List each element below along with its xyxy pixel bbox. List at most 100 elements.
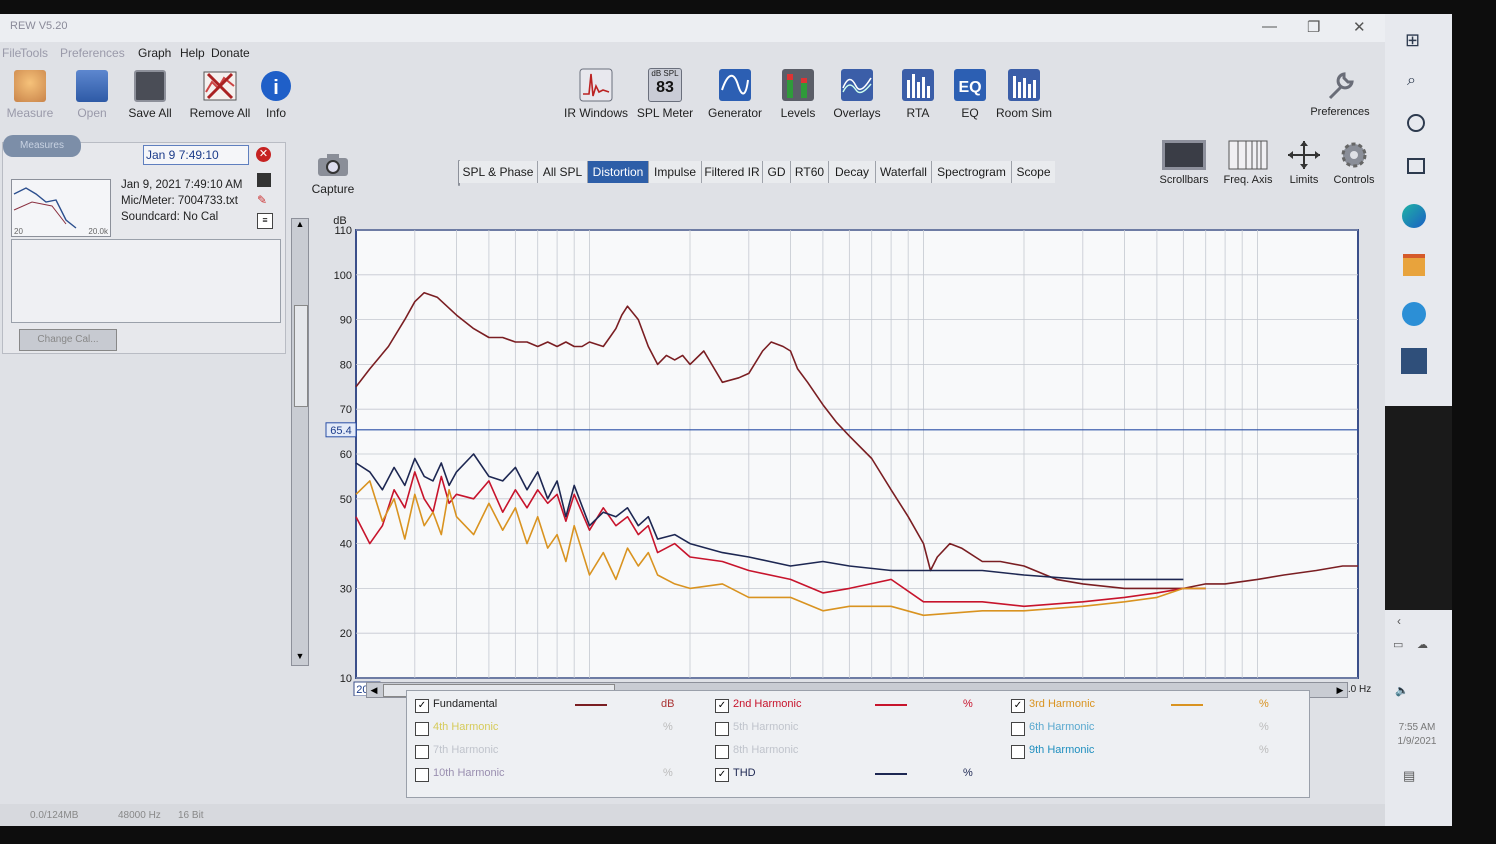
scrollbar-thumb[interactable] xyxy=(294,305,308,407)
windows-start-icon[interactable]: ⊞ xyxy=(1405,30,1420,51)
spl-meter-button[interactable]: dB SPL 83 SPL Meter xyxy=(636,68,694,120)
cursor-level-label: 65.4 xyxy=(330,425,351,437)
cloud-icon[interactable]: ☁ xyxy=(1417,638,1428,651)
measurement-thumbnail[interactable]: 20 20.0k xyxy=(11,179,111,237)
svg-text:i: i xyxy=(273,77,279,99)
gear-icon xyxy=(1341,142,1367,168)
legend-checkbox-2nd-harmonic[interactable]: ✓ xyxy=(715,699,729,713)
rta-button[interactable]: RTA xyxy=(896,68,940,120)
notes-area[interactable] xyxy=(11,239,281,323)
legend-checkbox-8th-harmonic[interactable] xyxy=(715,745,729,759)
menu-help[interactable]: Help xyxy=(180,46,205,60)
restore-button[interactable]: ❐ xyxy=(1307,18,1320,36)
limits-label: Limits xyxy=(1289,174,1319,186)
controls-button[interactable]: Controls xyxy=(1330,140,1378,186)
notes-icon[interactable]: ≡ xyxy=(257,213,273,229)
legend-swatch-2nd-harmonic xyxy=(875,704,907,706)
close-button[interactable]: ✕ xyxy=(1353,18,1366,36)
thumbnail-xmin: 20 xyxy=(14,227,23,236)
tab-gd[interactable]: GD xyxy=(763,161,791,183)
tab-filtered-ir[interactable]: Filtered IR xyxy=(702,161,763,183)
measures-tab[interactable]: Measures xyxy=(3,135,81,157)
ie-icon[interactable] xyxy=(1402,302,1426,326)
battery-icon[interactable]: ▭ xyxy=(1393,638,1403,651)
chevron-left-icon[interactable]: ‹ xyxy=(1397,614,1401,628)
menu-file[interactable]: File xyxy=(2,46,21,60)
info-button[interactable]: i Info xyxy=(254,70,298,120)
legend-checkbox-6th-harmonic[interactable] xyxy=(1011,722,1025,736)
legend-swatch-3rd-harmonic xyxy=(1171,704,1203,706)
ir-windows-button[interactable]: IR Windows xyxy=(562,68,630,120)
menu-donate[interactable]: Donate xyxy=(211,46,250,60)
volume-icon[interactable]: 🔈 xyxy=(1395,684,1409,697)
graph-tabs: SPL & Phase All SPL Distortion Impulse F… xyxy=(458,160,1055,186)
measurement-panel: Measures ✕ 20 20.0k Jan 9, 2021 7:49:10 … xyxy=(2,135,286,354)
scrollbars-button[interactable]: Scrollbars xyxy=(1154,140,1214,186)
tab-spl-phase[interactable]: SPL & Phase xyxy=(459,161,538,183)
legend-label-10th-harmonic: 10th Harmonic xyxy=(433,767,505,779)
edge-icon[interactable] xyxy=(1402,204,1426,228)
scroll-up-icon[interactable]: ▲ xyxy=(292,219,308,233)
legend-checkbox-7th-harmonic[interactable] xyxy=(415,745,429,759)
eq-button[interactable]: EQ EQ xyxy=(948,68,992,120)
tab-spectrogram[interactable]: Spectrogram xyxy=(932,161,1012,183)
room-sim-button[interactable]: Room Sim xyxy=(996,68,1052,120)
freq-axis-button[interactable]: Freq. Axis xyxy=(1218,140,1278,186)
tab-waterfall[interactable]: Waterfall xyxy=(876,161,932,183)
task-view-icon[interactable] xyxy=(1407,158,1425,174)
camera-icon xyxy=(318,154,348,176)
scroll-right-icon[interactable]: ▶ xyxy=(1333,683,1347,697)
vertical-scrollbar[interactable]: ▲ ▼ xyxy=(291,218,309,666)
save-all-button[interactable]: Save All xyxy=(124,70,176,120)
remove-measurement-icon[interactable]: ✕ xyxy=(256,147,271,162)
notifications-icon[interactable]: ▤ xyxy=(1403,768,1415,784)
scroll-left-icon[interactable]: ◀ xyxy=(367,683,381,697)
legend-checkbox-10th-harmonic[interactable] xyxy=(415,768,429,782)
scroll-down-icon[interactable]: ▼ xyxy=(292,651,308,665)
tab-all-spl[interactable]: All SPL xyxy=(538,161,588,183)
legend-checkbox-4th-harmonic[interactable] xyxy=(415,722,429,736)
color-swatch-icon[interactable] xyxy=(257,173,271,187)
capture-button[interactable]: Capture xyxy=(308,152,358,196)
levels-button[interactable]: Levels xyxy=(776,68,820,120)
legend-checkbox-thd[interactable]: ✓ xyxy=(715,768,729,782)
cortana-icon[interactable] xyxy=(1407,114,1425,132)
menu-tools[interactable]: Tools xyxy=(20,46,48,60)
minimize-button[interactable]: — xyxy=(1262,18,1277,35)
levels-label: Levels xyxy=(780,106,816,120)
measure-button[interactable]: Measure xyxy=(4,70,56,120)
legend-checkbox-5th-harmonic[interactable] xyxy=(715,722,729,736)
preferences-button[interactable]: Preferences xyxy=(1304,70,1376,118)
tab-rt60[interactable]: RT60 xyxy=(791,161,829,183)
open-button[interactable]: Open xyxy=(66,70,118,120)
tab-decay[interactable]: Decay xyxy=(829,161,876,183)
status-bar: 0.0/124MB 48000 Hz 16 Bit xyxy=(0,804,1385,826)
file-explorer-icon[interactable] xyxy=(1403,254,1425,276)
legend-label-thd: THD xyxy=(733,767,756,779)
window-title: REW V5.20 xyxy=(10,20,68,32)
menu-preferences[interactable]: Preferences xyxy=(60,46,125,60)
tab-scope[interactable]: Scope xyxy=(1012,161,1055,183)
legend-checkbox-fundamental[interactable]: ✓ xyxy=(415,699,429,713)
change-cal-button[interactable]: Change Cal... xyxy=(19,329,117,351)
levels-icon xyxy=(782,69,814,101)
tab-impulse[interactable]: Impulse xyxy=(649,161,702,183)
legend-checkbox-9th-harmonic[interactable] xyxy=(1011,745,1025,759)
legend-unit-fundamental: dB xyxy=(661,698,675,710)
pencil-icon[interactable]: ✎ xyxy=(257,193,271,207)
legend-checkbox-3rd-harmonic[interactable]: ✓ xyxy=(1011,699,1025,713)
overlays-button[interactable]: Overlays xyxy=(830,68,884,120)
measurement-name-field[interactable] xyxy=(143,145,249,165)
spl-meter-value: 83 xyxy=(656,79,674,96)
tab-distortion[interactable]: Distortion xyxy=(588,161,649,183)
app-icon[interactable] xyxy=(1401,348,1427,374)
clock-time[interactable]: 7:55 AM xyxy=(1387,722,1447,733)
menu-graph[interactable]: Graph xyxy=(138,46,171,60)
distortion-chart[interactable]: 102030405060708090100110dB20.03040506070… xyxy=(310,206,1380,696)
clock-date[interactable]: 1/9/2021 xyxy=(1387,736,1447,747)
generator-button[interactable]: Generator xyxy=(706,68,764,120)
status-bitdepth: 16 Bit xyxy=(178,810,204,821)
remove-all-button[interactable]: Remove All xyxy=(188,70,252,120)
limits-button[interactable]: Limits xyxy=(1282,140,1326,186)
search-icon[interactable]: ⌕ xyxy=(1407,72,1416,90)
